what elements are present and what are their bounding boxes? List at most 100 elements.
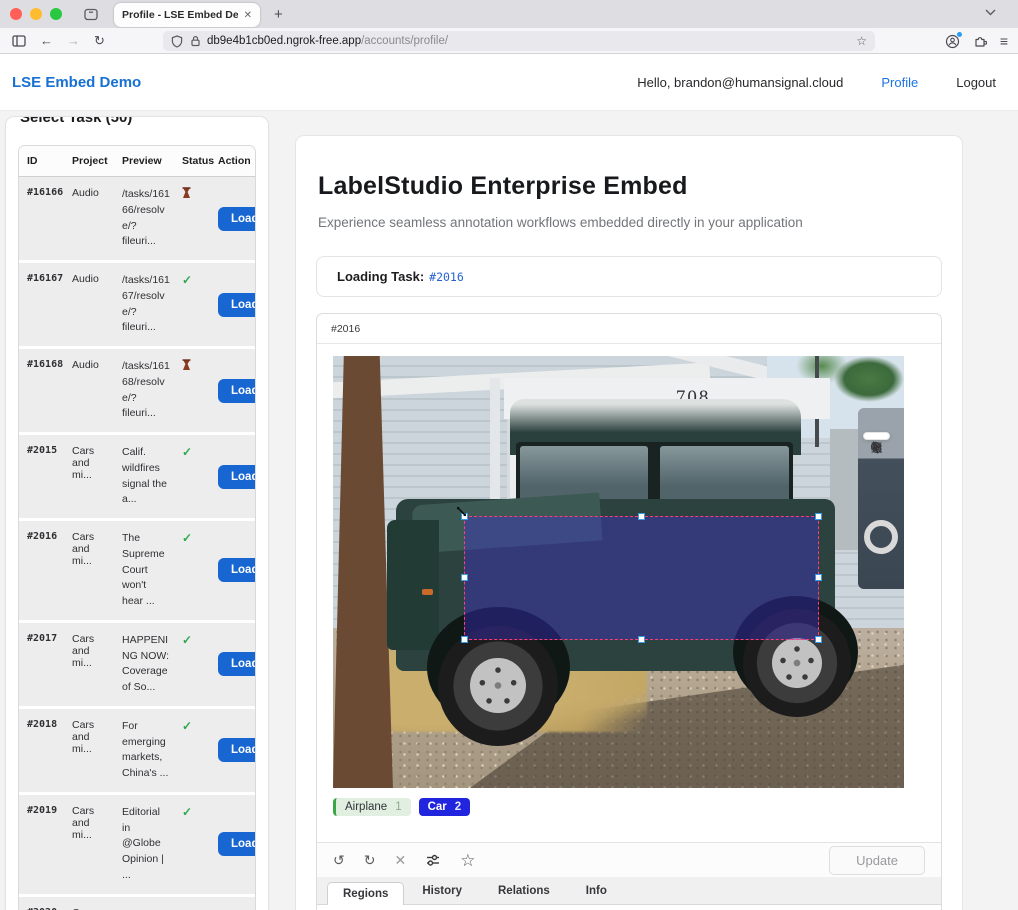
update-button[interactable]: Update	[829, 846, 925, 875]
col-id: ID	[19, 146, 64, 176]
task-id: #2020	[19, 897, 64, 910]
task-project: Audio	[64, 263, 114, 346]
label-airplane[interactable]: Airplane 1	[333, 798, 411, 816]
task-project: Cars and mi...	[64, 897, 114, 910]
back-button[interactable]: ←	[40, 34, 53, 47]
forward-button[interactable]: →	[67, 34, 80, 47]
task-project: Cars and mi...	[64, 623, 114, 706]
url-bar[interactable]: db9e4b1cb0ed.ngrok-free.app/accounts/pro…	[163, 31, 875, 51]
task-id: #2016	[19, 521, 64, 620]
nav-logout-link[interactable]: Logout	[956, 75, 996, 90]
annotation-image[interactable]: 708	[333, 356, 904, 788]
extensions-puzzle-icon[interactable]	[973, 34, 987, 48]
task-status: ✓	[174, 263, 210, 346]
tab-info[interactable]: Info	[568, 885, 625, 904]
load-button[interactable]: Load	[218, 832, 256, 856]
account-notification-dot	[957, 32, 962, 37]
task-status: ✓	[174, 623, 210, 706]
url-host: db9e4b1cb0ed.ngrok-free.app	[207, 35, 361, 47]
table-row: #16166 Audio /tasks/16166/resolve/?fileu…	[19, 177, 255, 263]
task-status: ✓	[174, 521, 210, 620]
tab-relations[interactable]: Relations	[480, 885, 568, 904]
bookmark-star-icon[interactable]: ☆	[856, 34, 867, 48]
task-id: #2018	[19, 709, 64, 792]
window-controls	[10, 8, 62, 20]
task-status: ✓	[174, 897, 210, 910]
reload-button[interactable]: ↻	[94, 34, 105, 47]
check-icon: ✓	[182, 907, 192, 910]
task-list-panel: Select Task (50) ID Project Preview Stat…	[5, 116, 269, 910]
label-airplane-hotkey: 1	[395, 801, 401, 813]
load-button[interactable]: Load	[218, 293, 256, 317]
browser-actions: ≡	[945, 31, 1008, 51]
header-nav: Hello, brandon@humansignal.cloud Profile…	[637, 75, 996, 90]
url-path: /accounts/profile/	[361, 35, 448, 47]
bbox-handle-s[interactable]	[638, 636, 645, 643]
tab-history[interactable]: History	[404, 885, 480, 904]
brand-title: LSE Embed Demo	[12, 74, 141, 91]
task-project: Cars and mi...	[64, 521, 114, 620]
task-list-title: Select Task (50)	[20, 117, 268, 126]
task-id: #16168	[19, 349, 64, 432]
load-button[interactable]: Load	[218, 558, 256, 582]
table-row: #2016 Cars and mi... The Supreme Court w…	[19, 521, 255, 623]
tracking-protection-shield-icon[interactable]	[171, 35, 183, 48]
nav-profile-link[interactable]: Profile	[881, 75, 918, 90]
load-button[interactable]: Load	[218, 379, 256, 403]
close-window-button[interactable]	[10, 8, 22, 20]
task-id: #2017	[19, 623, 64, 706]
task-id: #16167	[19, 263, 64, 346]
account-icon[interactable]	[945, 34, 960, 49]
label-car-name: Car	[428, 801, 447, 813]
lock-icon[interactable]	[190, 35, 201, 47]
redo-icon[interactable]: ↻	[364, 853, 376, 867]
bbox-handle-sw[interactable]	[461, 636, 468, 643]
delete-icon[interactable]: ✕	[394, 853, 406, 867]
bbox-handle-se[interactable]	[815, 636, 822, 643]
loading-task-box: Loading Task:#2016	[316, 256, 942, 297]
tab-close-icon[interactable]: ✕	[244, 10, 252, 21]
task-preview: /tasks/16166/resolve/?fileuri...	[114, 177, 174, 260]
sidebar-toggle-icon[interactable]	[12, 35, 26, 47]
image-tool-panel	[863, 432, 890, 440]
car-bounding-box[interactable]	[464, 516, 819, 640]
browser-tab-bar: Profile - LSE Embed Demo ✕ +	[0, 0, 1018, 28]
table-row: #2020 Cars and mi... NSW coach Brad Fitt…	[19, 897, 255, 910]
task-status: ✓	[174, 709, 210, 792]
browser-tab[interactable]: Profile - LSE Embed Demo ✕	[114, 3, 260, 27]
ground-truth-star-icon[interactable]: ☆	[460, 852, 475, 869]
tab-list-chevron-icon[interactable]	[985, 9, 996, 16]
zoom-out-tool-icon[interactable]	[865, 436, 888, 458]
label-airplane-name: Airplane	[345, 801, 387, 813]
task-table: ID Project Preview Status Action #16166 …	[18, 145, 256, 910]
load-button[interactable]: Load	[218, 652, 256, 676]
check-icon: ✓	[182, 445, 192, 459]
col-project: Project	[64, 146, 114, 176]
zoom-window-button[interactable]	[50, 8, 62, 20]
label-car-hotkey: 2	[455, 801, 461, 813]
bbox-handle-ne[interactable]	[815, 513, 822, 520]
bbox-handle-e[interactable]	[815, 574, 822, 581]
app-menu-icon[interactable]: ≡	[1000, 33, 1008, 49]
new-tab-button[interactable]: +	[274, 6, 283, 23]
undo-icon[interactable]: ↺	[333, 853, 345, 867]
load-button[interactable]: Load	[218, 207, 256, 231]
loading-task-label: Loading Task:	[337, 269, 424, 284]
photo-rear-hub	[772, 638, 822, 688]
task-preview: HAPPENING NOW: Coverage of So...	[114, 623, 174, 706]
task-preview: Calif. wildfires signal the a...	[114, 435, 174, 518]
hourglass-icon	[182, 359, 191, 371]
tab-overview-icon[interactable]	[84, 8, 98, 21]
task-status: ✓	[174, 795, 210, 894]
settings-sliders-icon[interactable]	[425, 853, 441, 867]
bbox-handle-w[interactable]	[461, 574, 468, 581]
load-button[interactable]: Load	[218, 465, 256, 489]
task-preview: For emerging markets, China's ...	[114, 709, 174, 792]
minimize-window-button[interactable]	[30, 8, 42, 20]
tab-regions[interactable]: Regions	[327, 882, 404, 905]
label-car[interactable]: Car 2	[419, 798, 471, 816]
bbox-handle-n[interactable]	[638, 513, 645, 520]
embed-tab-bar: Regions History Relations Info	[317, 877, 941, 905]
load-button[interactable]: Load	[218, 738, 256, 762]
photo-car-front	[387, 520, 438, 650]
